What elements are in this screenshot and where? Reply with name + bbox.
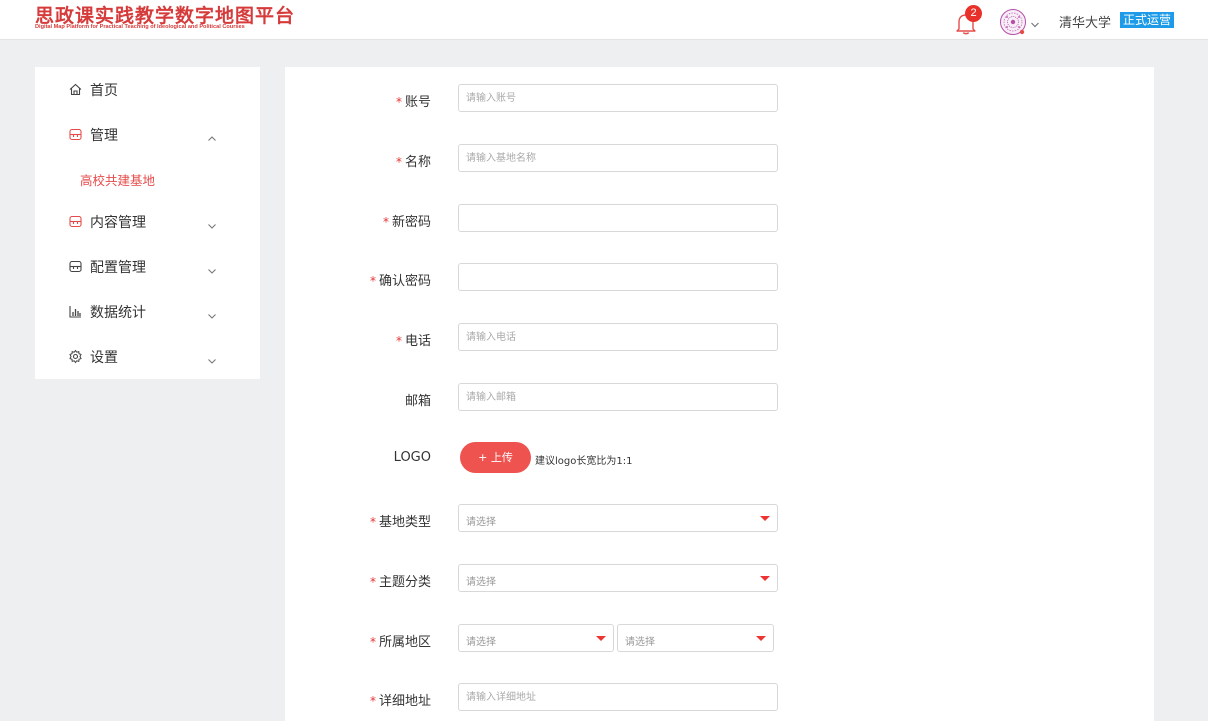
caret-down-icon (596, 636, 606, 641)
sidebar-item-management[interactable]: 管理 (35, 119, 260, 149)
upload-hint: 建议logo长宽比为1:1 (535, 456, 633, 467)
form-row-confirm-password: * 确认密码 (285, 263, 1154, 293)
field-label: * 详细地址 (369, 694, 431, 709)
account-chevron-down-icon[interactable] (1030, 15, 1040, 34)
phone-input[interactable] (458, 323, 778, 351)
required-mark: * (382, 215, 389, 229)
gear-icon (68, 349, 83, 364)
base-type-select[interactable]: 请选择 (458, 504, 778, 532)
field-label: * 确认密码 (369, 274, 431, 289)
required-mark: * (369, 694, 376, 708)
box-icon (68, 259, 83, 274)
form-row-email: 邮箱 (285, 383, 1154, 413)
sidebar-item-content-management[interactable]: 内容管理 (35, 206, 260, 236)
chart-icon (68, 304, 83, 319)
status-badge: 正式运营 (1120, 12, 1175, 28)
address-input[interactable] (458, 683, 778, 711)
sidebar-subitem-university-bases[interactable]: 高校共建基地 (80, 170, 155, 189)
form-row-name: * 名称 (285, 144, 1154, 174)
form-row-theme: * 主题分类 请选择 (285, 564, 1154, 594)
caret-down-icon (756, 636, 766, 641)
city-select[interactable]: 请选择 (617, 624, 774, 652)
sidebar-item-label: 配置管理 (90, 260, 146, 276)
form-row-account: * 账号 (285, 84, 1154, 114)
chevron-down-icon (207, 306, 217, 325)
field-label: * 所属地区 (369, 635, 431, 650)
field-label: * 名称 (395, 155, 431, 170)
field-label: * 基地类型 (369, 515, 431, 530)
box-icon (68, 127, 83, 142)
chevron-up-icon (207, 129, 217, 148)
avatar[interactable] (999, 8, 1027, 36)
caret-down-icon (760, 516, 770, 521)
form-row-address: * 详细地址 (285, 683, 1154, 713)
top-header: 思政课实践教学数字地图平台 Digital Map Platform for P… (0, 0, 1208, 40)
theme-select[interactable]: 请选择 (458, 564, 778, 592)
base-name-input[interactable] (458, 144, 778, 172)
province-select[interactable]: 请选择 (458, 624, 614, 652)
sidebar-item-label: 管理 (90, 128, 118, 144)
school-name: 清华大学 (1059, 16, 1112, 31)
form-panel: *账号 *名称 *新密码 *确认密码 *电话 邮箱 LOGO + 上传 建议lo… (285, 67, 1154, 721)
account-input[interactable] (458, 84, 778, 112)
sidebar-item-config-management[interactable]: 配置管理 (35, 251, 260, 281)
chevron-down-icon (207, 351, 217, 370)
caret-down-icon (760, 576, 770, 581)
notification-badge: 2 (965, 5, 982, 22)
form-row-region: * 所属地区 请选择 请选择 (285, 624, 1154, 654)
field-label: * 主题分类 (369, 575, 431, 590)
sidebar-item-label: 首页 (90, 83, 118, 99)
chevron-down-icon (207, 216, 217, 235)
form-row-new-password: * 新密码 (285, 204, 1154, 234)
sidebar-item-label: 内容管理 (90, 215, 146, 231)
box-icon (68, 214, 83, 229)
sidebar-item-home[interactable]: 首页 (35, 74, 260, 104)
field-label: LOGO (393, 450, 431, 465)
sidebar-item-label: 数据统计 (90, 305, 146, 321)
chevron-down-icon (207, 261, 217, 280)
form-row-base-type: * 基地类型 请选择 (285, 504, 1154, 534)
required-mark: * (395, 155, 402, 169)
field-label: * 账号 (395, 95, 431, 110)
sidebar-item-statistics[interactable]: 数据统计 (35, 296, 260, 326)
app-subtitle: Digital Map Platform for Practical Teach… (35, 24, 245, 30)
required-mark: * (369, 635, 376, 649)
form-row-phone: * 电话 (285, 323, 1154, 353)
home-icon (68, 82, 83, 97)
form-row-logo: LOGO + 上传 建议logo长宽比为1:1 (285, 442, 1154, 473)
required-mark: * (395, 334, 402, 348)
required-mark: * (369, 575, 376, 589)
new-password-input[interactable] (458, 204, 778, 232)
required-mark: * (369, 515, 376, 529)
field-label: * 电话 (395, 334, 431, 349)
field-label: 邮箱 (404, 394, 431, 409)
confirm-password-input[interactable] (458, 263, 778, 291)
sidebar-item-settings[interactable]: 设置 (35, 341, 260, 371)
email-input[interactable] (458, 383, 778, 411)
sidebar: 首页 管理 高校共建基地 内容管理 配置管理 数据统计 设置 (35, 67, 260, 379)
required-mark: * (369, 274, 376, 288)
field-label: * 新密码 (382, 215, 431, 230)
upload-button[interactable]: + 上传 (460, 442, 531, 473)
required-mark: * (395, 95, 402, 109)
sidebar-item-label: 设置 (90, 350, 118, 366)
